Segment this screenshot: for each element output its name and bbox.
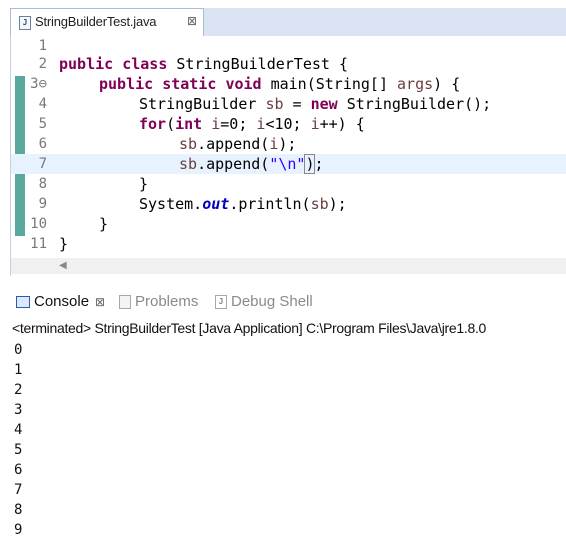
code-line[interactable]: 3⊖ public static void main(String[] args… bbox=[11, 74, 566, 94]
close-icon[interactable]: ⊠ bbox=[187, 14, 197, 28]
code-line[interactable]: 11 } bbox=[11, 234, 566, 254]
line-number: 9 bbox=[38, 196, 47, 212]
tab-console[interactable]: Console ⊠ bbox=[16, 292, 105, 312]
code-line[interactable]: 9 System.out.println(sb); bbox=[11, 194, 566, 214]
horizontal-scrollbar[interactable]: ◀ bbox=[11, 258, 566, 274]
console-output-line: 5 bbox=[14, 442, 23, 458]
tab-console-label: Console bbox=[34, 293, 90, 310]
code-text: } bbox=[59, 235, 69, 253]
editor-tab-stringbuildertest[interactable]: J StringBuilderTest.java ⊠ bbox=[10, 8, 204, 37]
code-text: StringBuilder sb = new StringBuilder(); bbox=[139, 95, 492, 113]
code-line[interactable]: 1 bbox=[11, 36, 566, 56]
console-output-line: 1 bbox=[14, 362, 23, 378]
view-tab-strip: Console ⊠ Problems J Debug Shell bbox=[0, 284, 566, 318]
scroll-left-arrow-icon[interactable]: ◀ bbox=[59, 258, 67, 274]
console-output[interactable]: 0 1 2 3 4 5 6 7 8 9 bbox=[14, 340, 22, 540]
code-text: public class StringBuilderTest { bbox=[59, 55, 348, 73]
code-line[interactable]: 2 public class StringBuilderTest { bbox=[11, 54, 566, 74]
code-text: sb.append("\n"); bbox=[179, 154, 324, 174]
console-icon bbox=[16, 296, 30, 309]
console-output-line: 2 bbox=[14, 382, 23, 398]
code-text: System.out.println(sb); bbox=[139, 195, 347, 213]
console-output-line: 6 bbox=[14, 462, 23, 478]
line-number: 5 bbox=[38, 116, 47, 132]
tab-problems-label: Problems bbox=[135, 293, 199, 310]
console-output-line: 4 bbox=[14, 422, 23, 438]
code-text: } bbox=[99, 215, 109, 233]
code-line[interactable]: 10 } bbox=[11, 214, 566, 234]
code-line[interactable]: 6 sb.append(i); bbox=[11, 134, 566, 154]
console-output-line: 7 bbox=[14, 482, 23, 498]
line-number: 11 bbox=[30, 236, 47, 252]
code-text: for(int i=0; i<10; i++) { bbox=[139, 115, 365, 133]
console-output-line: 8 bbox=[14, 502, 23, 518]
code-line[interactable]: 4 StringBuilder sb = new StringBuilder()… bbox=[11, 94, 566, 114]
line-number: 4 bbox=[38, 96, 47, 112]
problems-icon bbox=[119, 295, 131, 310]
line-number: 7 bbox=[38, 156, 47, 172]
code-editor[interactable]: 1 2 public class StringBuilderTest { 3⊖ … bbox=[10, 36, 566, 276]
line-number: 10 bbox=[30, 216, 47, 232]
console-status-line: <terminated> StringBuilderTest [Java App… bbox=[12, 320, 487, 336]
line-number: 8 bbox=[38, 176, 47, 192]
console-output-line: 9 bbox=[14, 522, 23, 538]
editor-tab-label: StringBuilderTest.java bbox=[35, 14, 157, 29]
tab-debug-shell[interactable]: J Debug Shell bbox=[215, 292, 313, 312]
console-output-line: 0 bbox=[14, 342, 23, 358]
tab-problems[interactable]: Problems bbox=[119, 292, 198, 312]
close-icon[interactable]: ⊠ bbox=[95, 295, 105, 309]
java-file-icon: J bbox=[19, 16, 31, 30]
editor-tab-strip: J StringBuilderTest.java ⊠ bbox=[10, 8, 566, 37]
code-text: public static void main(String[] args) { bbox=[99, 75, 461, 93]
code-text: sb.append(i); bbox=[179, 135, 297, 153]
debug-shell-icon: J bbox=[215, 295, 227, 310]
code-line-current[interactable]: 7 sb.append("\n"); bbox=[11, 154, 566, 174]
line-number: 1 bbox=[38, 38, 47, 54]
code-line[interactable]: 5 for(int i=0; i<10; i++) { bbox=[11, 114, 566, 134]
tab-debug-shell-label: Debug Shell bbox=[231, 293, 313, 310]
line-number: 2 bbox=[38, 56, 47, 72]
line-number-fold[interactable]: 3⊖ bbox=[11, 74, 47, 94]
code-line[interactable]: 8 } bbox=[11, 174, 566, 194]
code-text: } bbox=[139, 175, 149, 193]
line-number: 6 bbox=[38, 136, 47, 152]
console-output-line: 3 bbox=[14, 402, 23, 418]
